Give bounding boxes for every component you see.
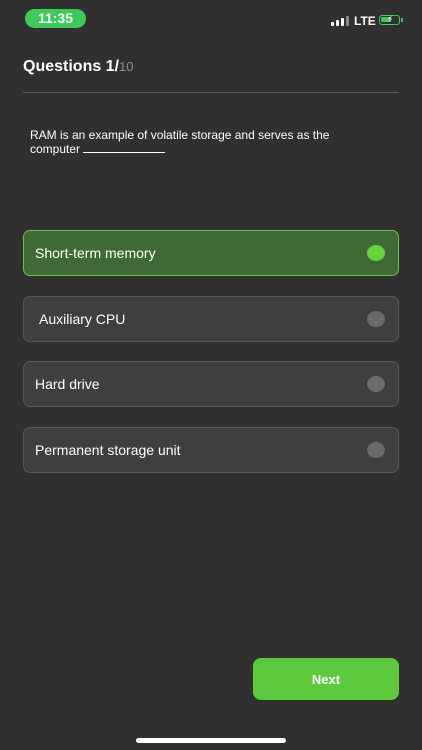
cellular-signal-icon — [331, 16, 349, 26]
answer-option-short-term-memory[interactable]: Short-term memory — [23, 230, 399, 276]
next-button[interactable]: Next — [253, 658, 399, 700]
home-indicator[interactable] — [136, 738, 286, 743]
radio-selected-icon[interactable] — [367, 245, 385, 261]
status-time: 11:35 — [25, 9, 86, 28]
radio-unselected-icon[interactable] — [367, 311, 385, 327]
status-bar: 11:35 LTE ⚡ — [0, 0, 422, 38]
answer-option-label: Permanent storage unit — [35, 442, 181, 458]
answer-option-label: Short-term memory — [35, 245, 156, 261]
answer-option-hard-drive[interactable]: Hard drive — [23, 361, 399, 407]
battery-tip — [401, 18, 403, 22]
header-divider — [23, 92, 399, 93]
question-counter-label: Questions 1/ — [23, 58, 120, 75]
answer-option-auxiliary-cpu[interactable]: Auxiliary CPU — [23, 296, 399, 342]
question-counter: Questions 1/10 — [23, 58, 134, 76]
radio-unselected-icon[interactable] — [367, 442, 385, 458]
radio-unselected-icon[interactable] — [367, 376, 385, 392]
battery-charging-icon: ⚡ — [379, 14, 400, 25]
question-text: RAM is an example of volatile storage an… — [30, 128, 380, 156]
answer-option-label: Hard drive — [35, 376, 100, 392]
answer-option-permanent-storage-unit[interactable]: Permanent storage unit — [23, 427, 399, 473]
question-total: 10 — [119, 59, 134, 74]
answer-option-label: Auxiliary CPU — [39, 311, 126, 327]
question-body: RAM is an example of volatile storage an… — [30, 128, 330, 156]
answer-blank — [83, 142, 166, 153]
network-type: LTE — [354, 14, 376, 28]
